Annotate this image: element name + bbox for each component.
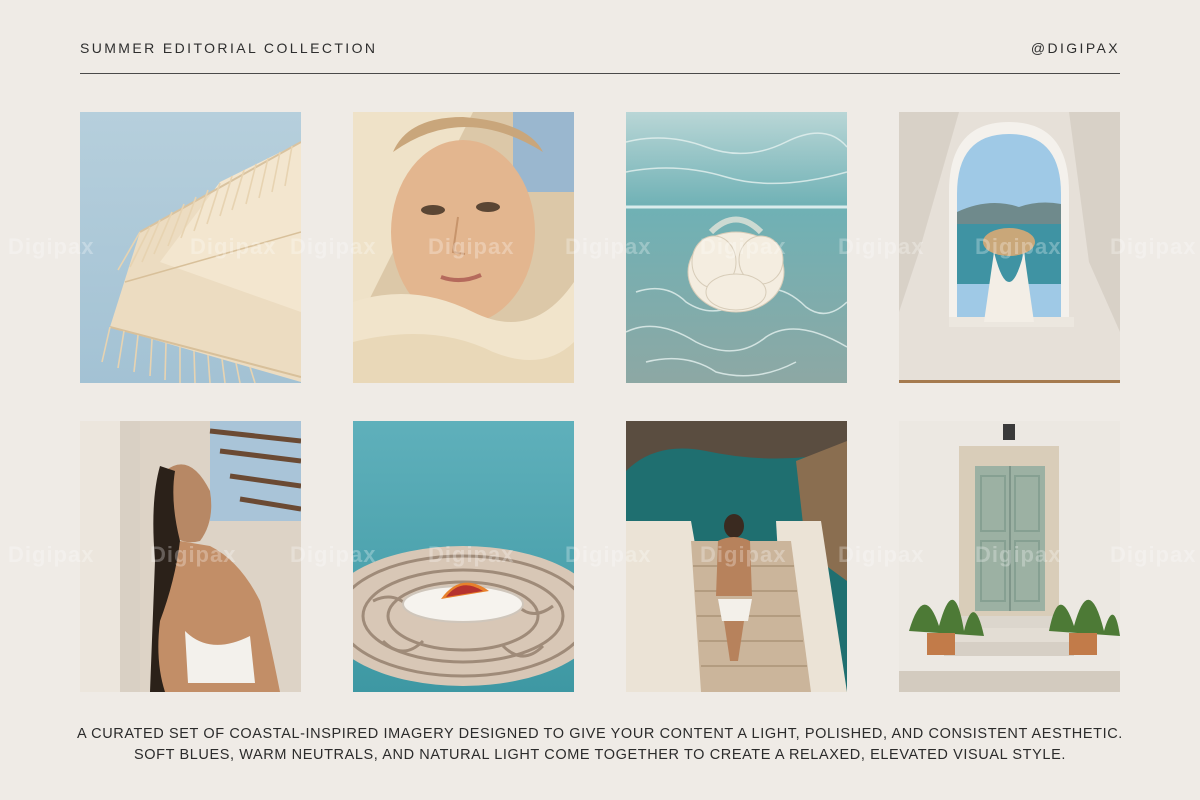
description-line-1: A CURATED SET OF COASTAL-INSPIRED IMAGER… <box>77 726 1123 742</box>
photo-steps-to-sea-cove <box>626 421 847 692</box>
photo-orange-plate-mosaic-table <box>353 421 574 692</box>
watermark-text: Digipax <box>1110 542 1197 567</box>
photo-grid <box>80 112 1120 692</box>
photo-arched-window-sea-view <box>899 112 1120 383</box>
photo-fringed-parasol <box>80 112 301 383</box>
photo-woman-in-scarf <box>353 112 574 383</box>
brand-handle: @DIGIPAX <box>1030 40 1120 56</box>
collection-description: A CURATED SET OF COASTAL-INSPIRED IMAGER… <box>60 724 1140 766</box>
header-divider <box>80 73 1120 74</box>
header: SUMMER EDITORIAL COLLECTION @DIGIPAX <box>80 38 1120 58</box>
photo-woman-against-wall <box>80 421 301 692</box>
photo-green-door-with-plants <box>899 421 1120 692</box>
watermark-text: Digipax <box>1110 234 1197 259</box>
collection-title: SUMMER EDITORIAL COLLECTION <box>80 40 378 56</box>
description-line-2: SOFT BLUES, WARM NEUTRALS, AND NATURAL L… <box>134 747 1066 763</box>
photo-underwater-fabric <box>626 112 847 383</box>
